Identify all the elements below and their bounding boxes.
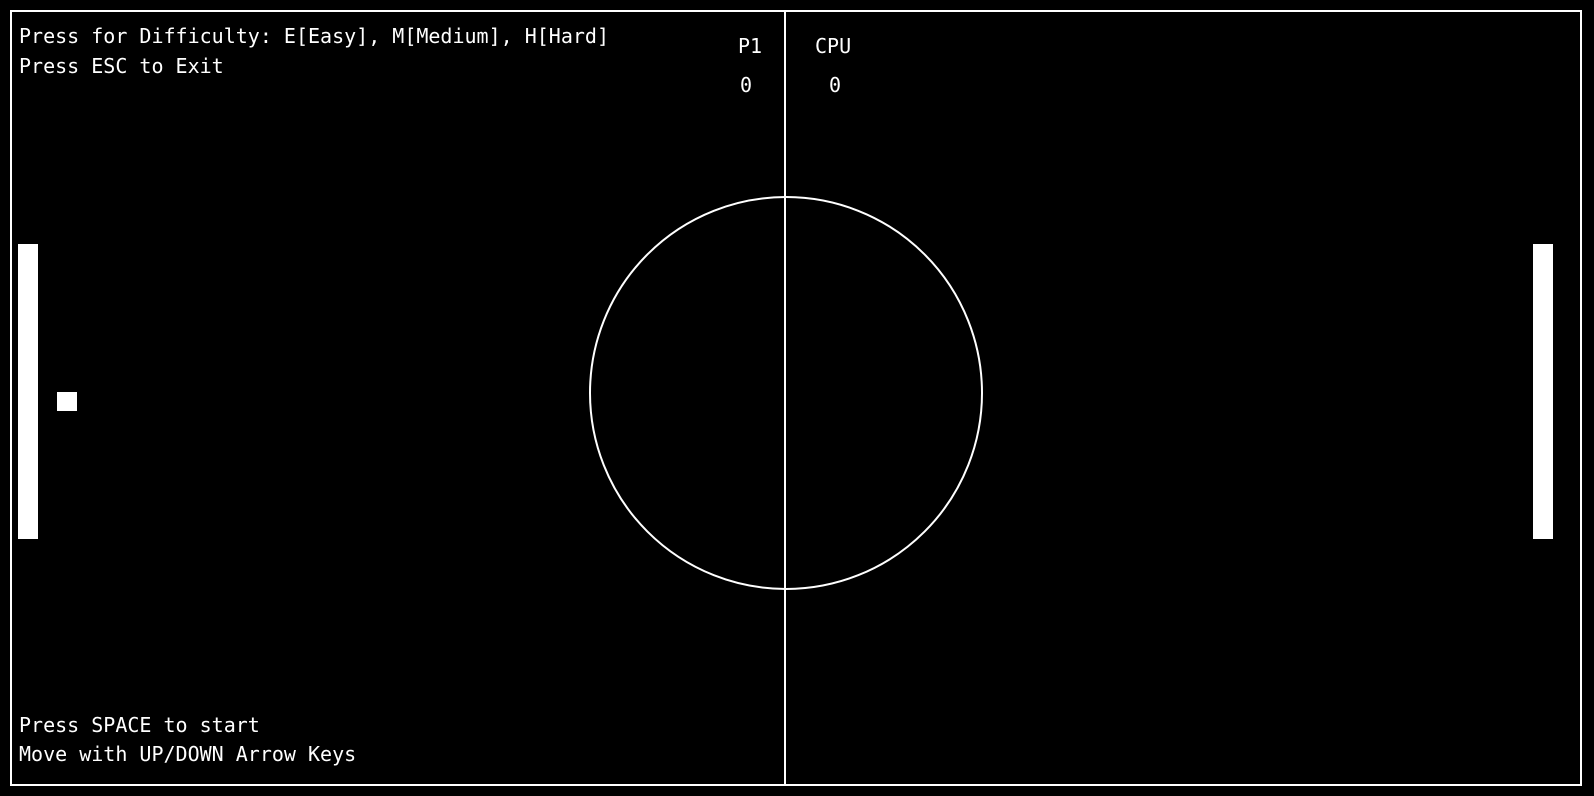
cpu-label: CPU bbox=[815, 34, 852, 58]
difficulty-prompt: Press for Difficulty: E[Easy], M[Medium]… bbox=[19, 24, 610, 48]
controls-prompt: Move with UP/DOWN Arrow Keys bbox=[19, 742, 357, 766]
exit-prompt: Press ESC to Exit bbox=[19, 54, 224, 78]
player-paddle bbox=[18, 244, 38, 539]
start-prompt: Press SPACE to start bbox=[19, 713, 260, 737]
cpu-score: 0 bbox=[829, 73, 842, 97]
cpu-paddle bbox=[1533, 244, 1553, 539]
ball bbox=[57, 392, 77, 411]
center-circle bbox=[589, 196, 983, 590]
player1-label: P1 bbox=[738, 34, 763, 58]
game-window[interactable]: Press for Difficulty: E[Easy], M[Medium]… bbox=[0, 0, 1594, 796]
player1-score: 0 bbox=[740, 73, 753, 97]
